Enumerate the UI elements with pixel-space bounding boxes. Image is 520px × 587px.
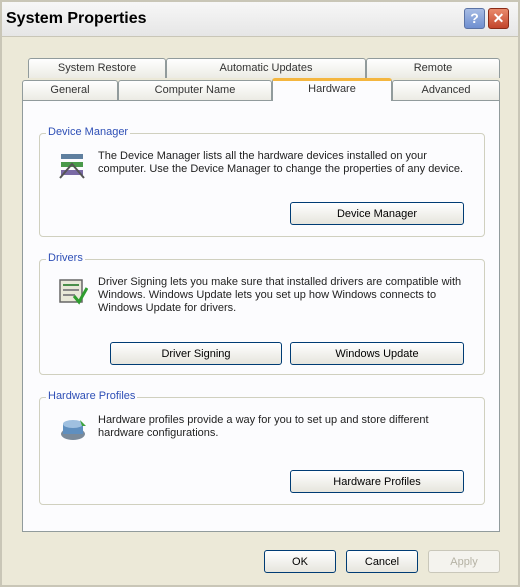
device-manager-icon xyxy=(59,154,85,179)
driver-icon xyxy=(59,279,88,305)
tab-system-restore[interactable]: System Restore xyxy=(28,58,166,78)
close-icon: ✕ xyxy=(492,10,505,26)
drivers-group: Drivers Driver Signing lets you make sur… xyxy=(39,252,485,375)
hardware-profiles-icon xyxy=(61,420,86,440)
hardware-tab-panel: Device Manager The Device Manager lists … xyxy=(22,100,500,532)
driver-signing-button[interactable]: Driver Signing xyxy=(110,342,282,365)
windows-update-button[interactable]: Windows Update xyxy=(290,342,464,365)
tab-general[interactable]: General xyxy=(22,80,118,100)
title-bar[interactable]: System Properties ? ✕ xyxy=(2,2,518,37)
tab-remote[interactable]: Remote xyxy=(366,58,500,78)
device-manager-group: Device Manager The Device Manager lists … xyxy=(39,126,485,237)
device-manager-button[interactable]: Device Manager xyxy=(290,202,464,225)
hardware-profiles-button[interactable]: Hardware Profiles xyxy=(290,470,464,493)
hardware-profiles-description: Hardware profiles provide a way for you … xyxy=(98,414,429,439)
tab-advanced[interactable]: Advanced xyxy=(392,80,500,100)
apply-button[interactable]: Apply xyxy=(428,550,500,573)
hardware-profiles-group-title: Hardware Profiles xyxy=(46,390,138,402)
hardware-profiles-group: Hardware Profiles Hardware profiles prov… xyxy=(39,390,485,505)
system-properties-window: System Properties ? ✕ System Restore Aut… xyxy=(0,0,520,587)
help-button[interactable]: ? xyxy=(464,8,485,29)
tab-computer-name[interactable]: Computer Name xyxy=(118,80,272,100)
ok-button[interactable]: OK xyxy=(264,550,336,573)
drivers-group-title: Drivers xyxy=(46,252,85,264)
drivers-description: Driver Signing lets you make sure that i… xyxy=(98,276,462,314)
window-title: System Properties xyxy=(6,10,147,27)
tab-automatic-updates[interactable]: Automatic Updates xyxy=(166,58,366,78)
tab-hardware[interactable]: Hardware xyxy=(272,78,392,101)
close-button[interactable]: ✕ xyxy=(488,8,509,29)
device-manager-group-title: Device Manager xyxy=(46,126,131,138)
device-manager-description: The Device Manager lists all the hardwar… xyxy=(98,150,464,175)
cancel-button[interactable]: Cancel xyxy=(346,550,418,573)
help-icon: ? xyxy=(470,10,479,26)
